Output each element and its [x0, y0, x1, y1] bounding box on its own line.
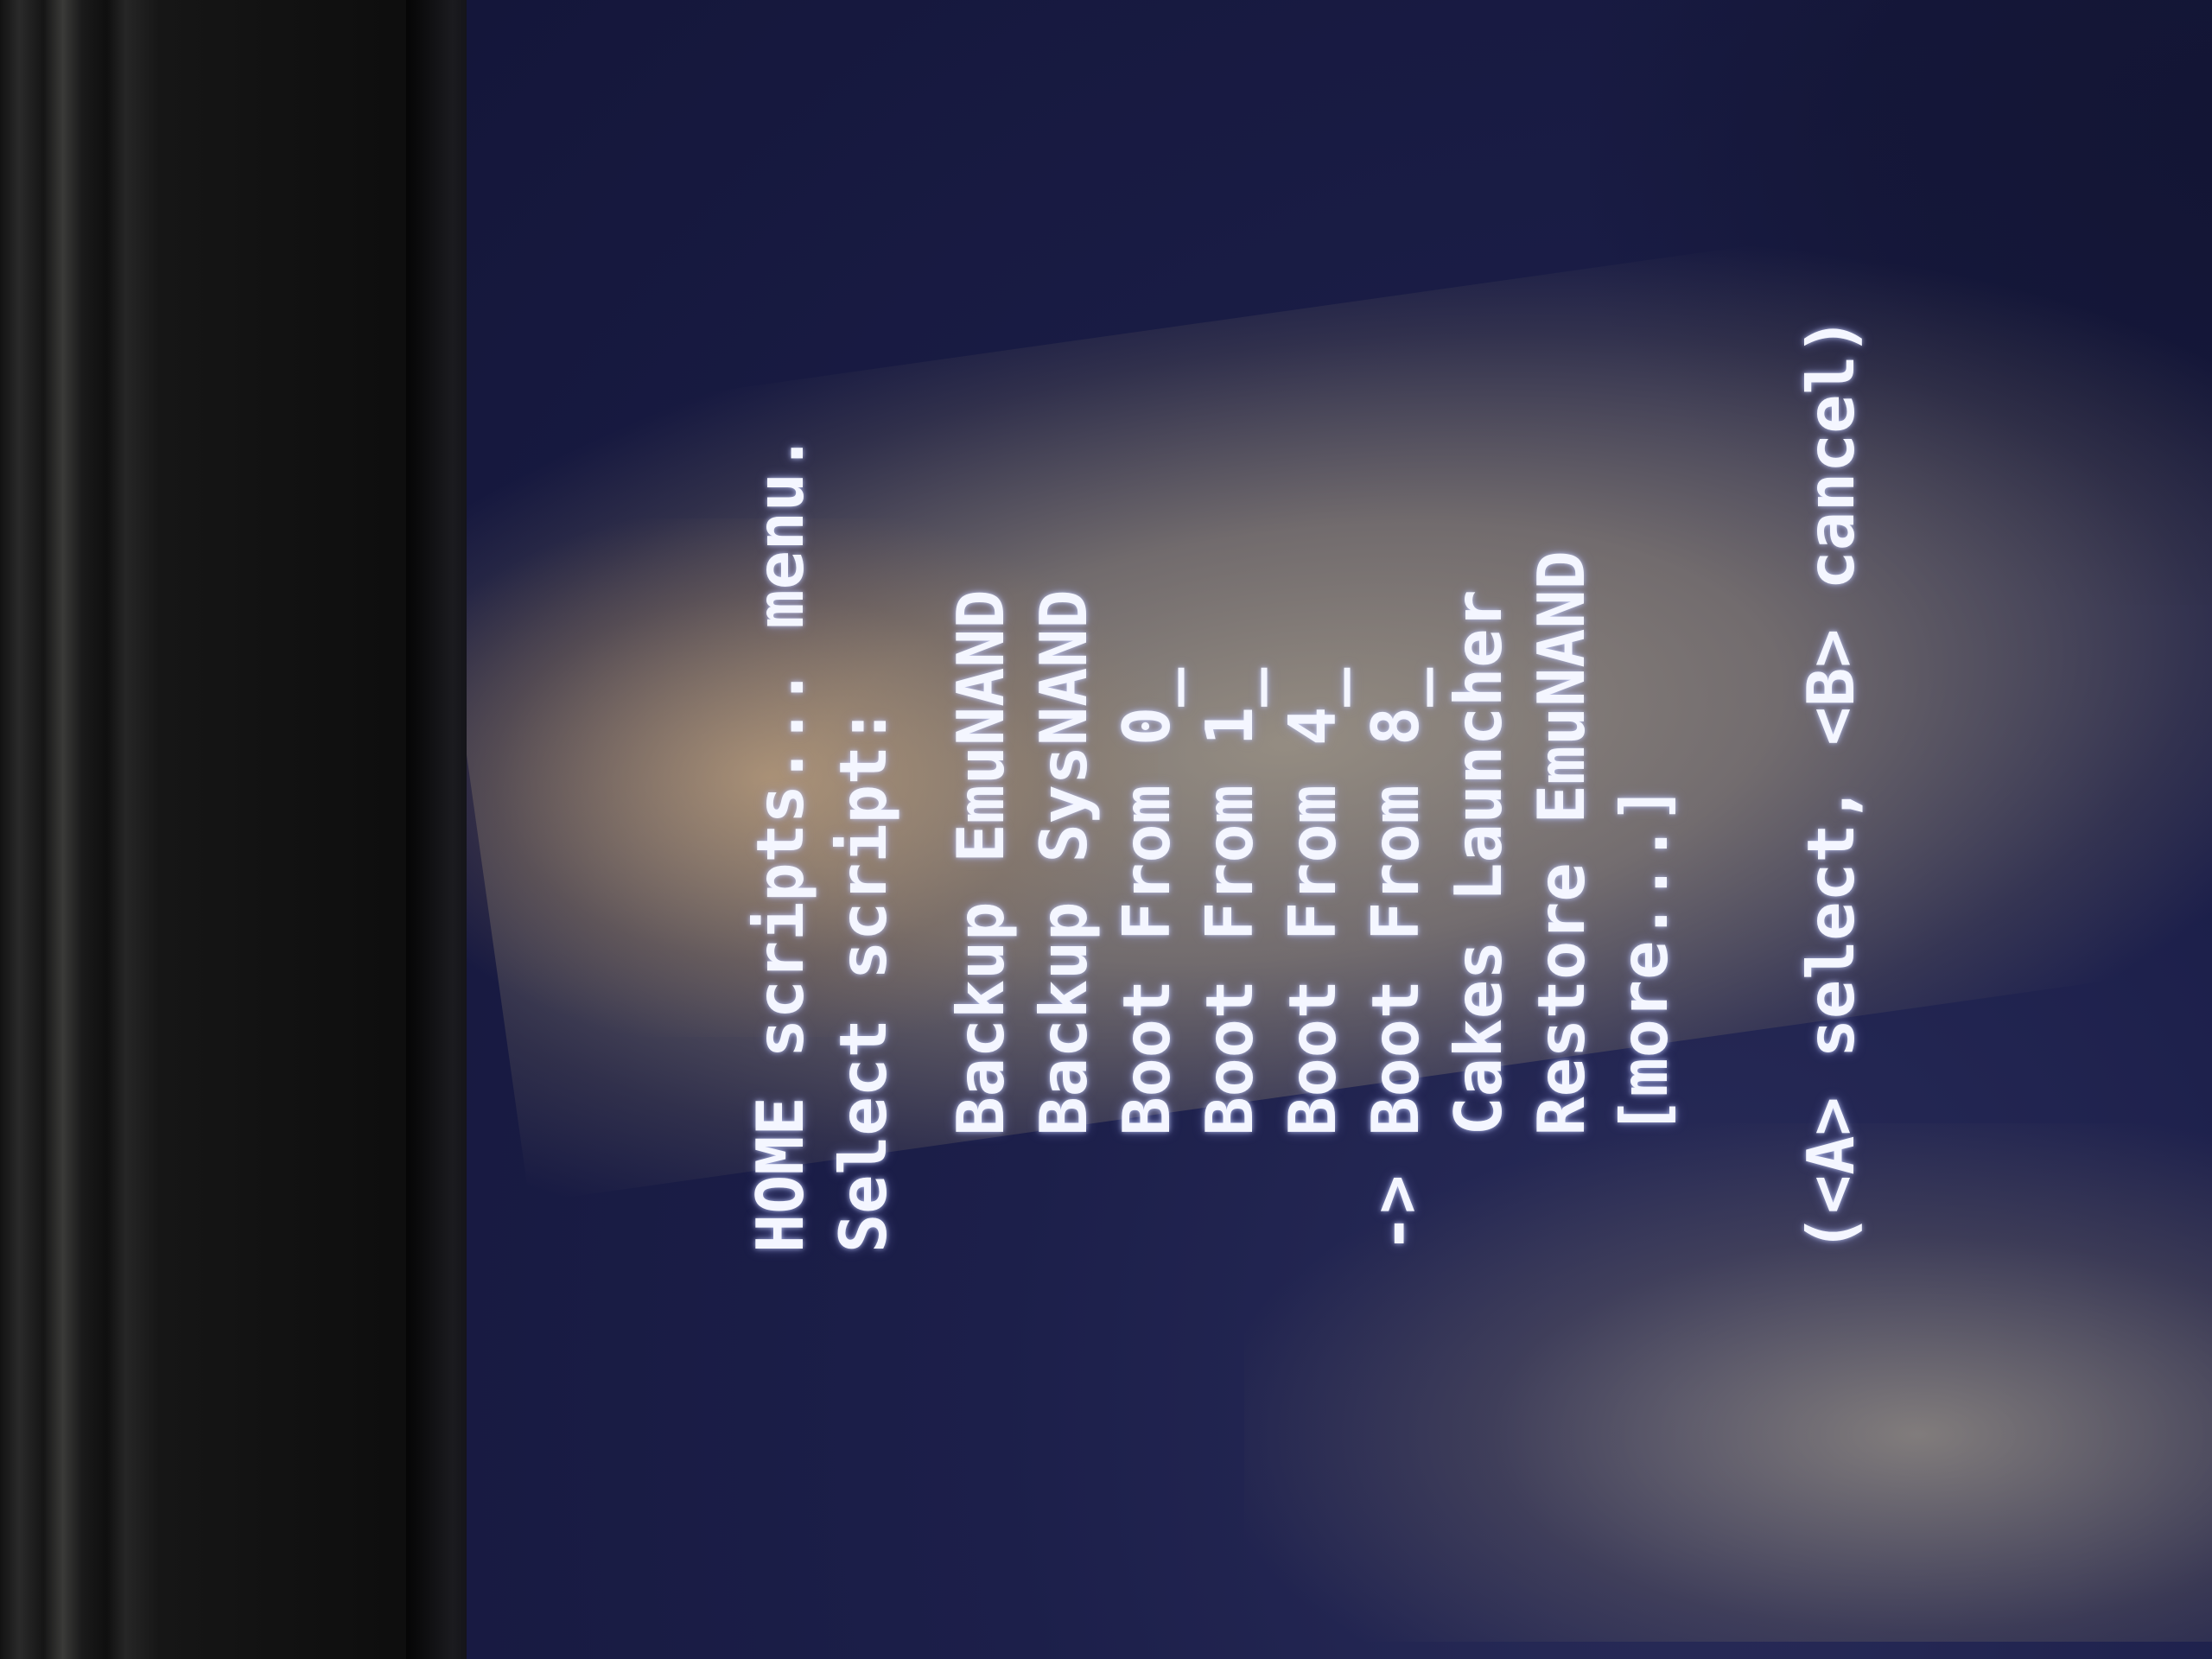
menu-item-label: Restore EmuNAND	[1523, 550, 1599, 1136]
menu-item-more[interactable]: [more...]	[1603, 316, 1686, 1253]
menu-item-restore-emunand[interactable]: Restore EmuNAND	[1520, 316, 1603, 1253]
menu-item-backup-sysnand[interactable]: Backup SysNAND	[1022, 316, 1105, 1253]
menu-item-label: Backup EmuNAND	[943, 589, 1019, 1136]
script-menu: HOME scripts... menu. Select script: Bac…	[739, 316, 1872, 1253]
menu-item-backup-emunand[interactable]: Backup EmuNAND	[939, 316, 1022, 1253]
selection-cursor-arrow-icon: ->	[1357, 1174, 1433, 1253]
menu-item-boot-from-0[interactable]: Boot From 0_	[1105, 316, 1188, 1253]
menu-item-label: Cakes Launcher	[1440, 589, 1516, 1136]
menu-item-label: [more...]	[1606, 785, 1682, 1136]
menu-item-label: Boot From 1_	[1192, 667, 1268, 1136]
menu-item-label: Backup SysNAND	[1026, 589, 1102, 1136]
menu-item-label: Boot From 8_	[1357, 667, 1433, 1136]
menu-title: HOME scripts... menu.	[742, 433, 818, 1253]
menu-item-label: Boot From 4_	[1274, 667, 1351, 1136]
menu-item-label: Boot From 0_	[1109, 667, 1185, 1136]
controls-hint: (<A> select, <B> cancel)	[1793, 316, 1869, 1253]
menu-item-boot-from-8-selected[interactable]: -> Boot From 8_	[1354, 316, 1437, 1253]
menu-item-boot-from-1[interactable]: Boot From 1_	[1188, 316, 1271, 1253]
menu-item-cakes-launcher[interactable]: Cakes Launcher	[1437, 316, 1520, 1253]
menu-subtitle: Select script:	[825, 706, 901, 1253]
menu-item-boot-from-4[interactable]: Boot From 4_	[1271, 316, 1354, 1253]
